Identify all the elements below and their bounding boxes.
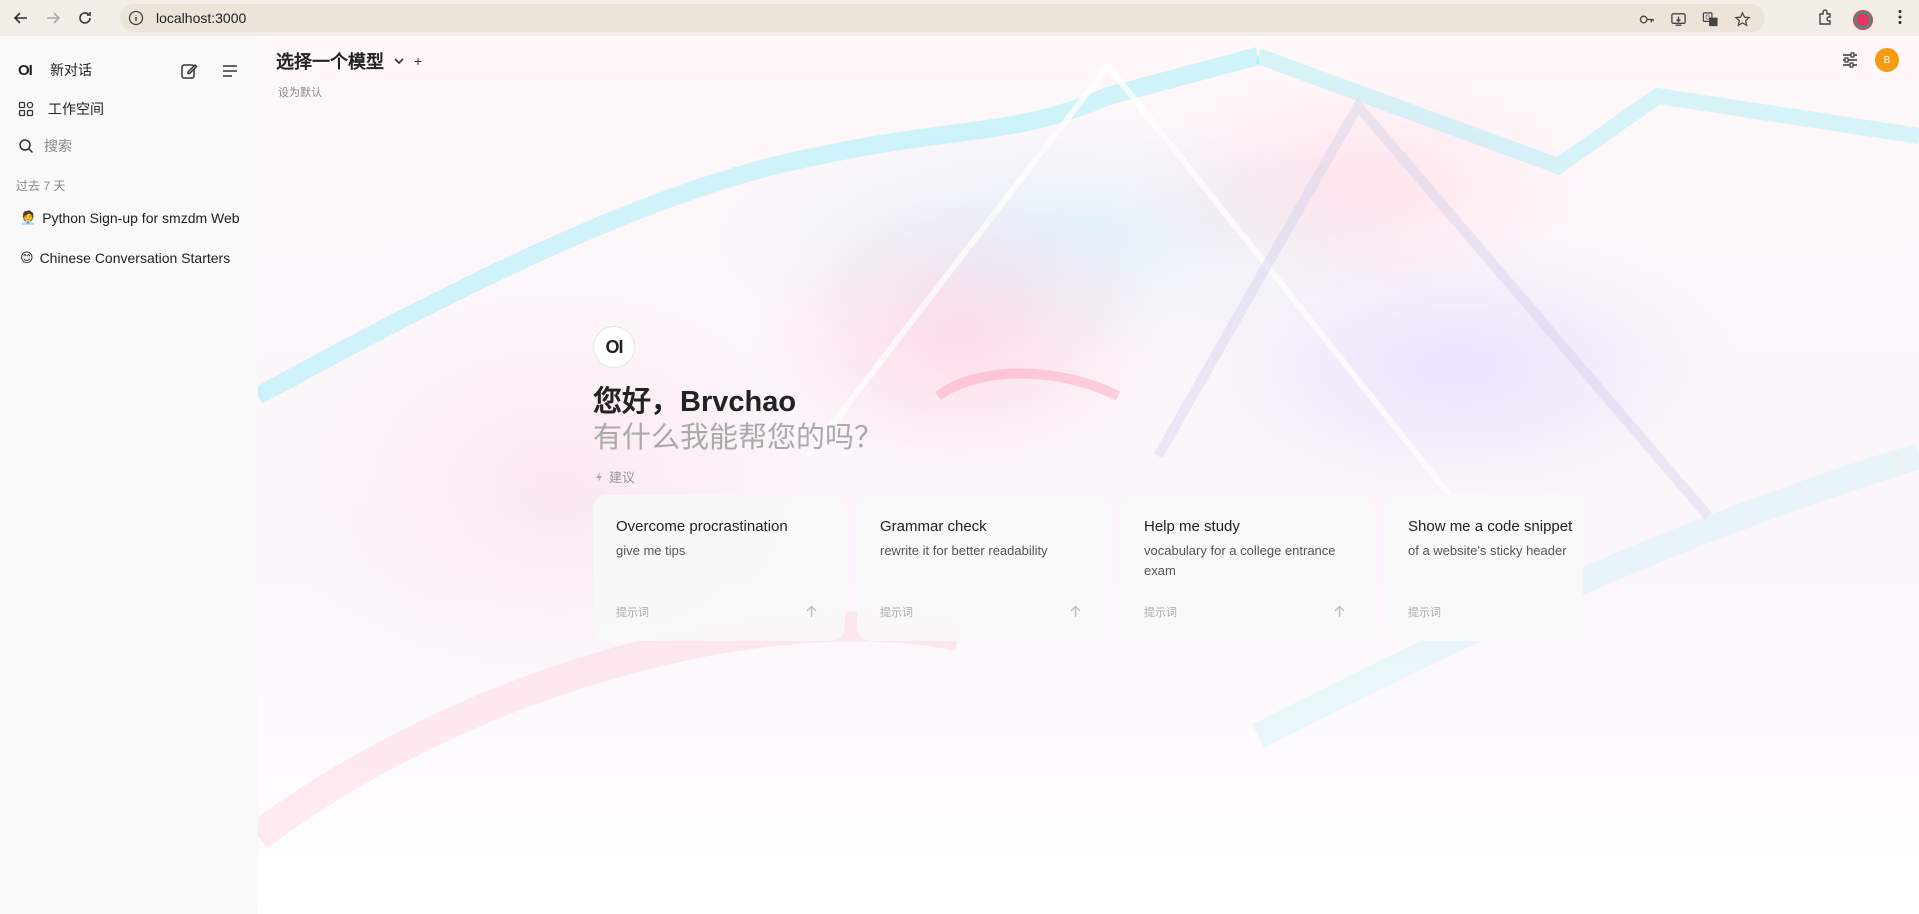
edit-icon[interactable]	[180, 62, 198, 80]
card-title: Overcome procrastination	[616, 518, 788, 535]
chat-emoji: 🧑‍💼	[20, 210, 37, 225]
suggestion-card[interactable]: Help me study vocabulary for a college e…	[1121, 495, 1373, 641]
svg-text:G: G	[1705, 13, 1710, 21]
suggestion-card[interactable]: Show me a code snippet of a website's st…	[1385, 495, 1583, 641]
sidebar-item-label: 工作空间	[48, 101, 104, 117]
site-info-icon[interactable]	[128, 10, 144, 26]
arrow-up-icon	[1070, 605, 1081, 617]
translate-icon[interactable]: G	[1701, 10, 1719, 28]
sidebar-item-workspace[interactable]: 工作空间	[18, 99, 104, 119]
set-default-link[interactable]: 设为默认	[278, 84, 322, 100]
arrow-up-icon	[1334, 605, 1345, 617]
install-app-icon[interactable]	[1669, 10, 1687, 28]
arrow-up-icon	[806, 605, 817, 617]
extensions-icon[interactable]	[1817, 8, 1835, 31]
model-title: 选择一个模型	[276, 52, 384, 72]
background-illustration	[258, 47, 1919, 849]
back-icon[interactable]	[10, 7, 32, 29]
app-logo: OI	[18, 61, 33, 79]
search-input[interactable]: 搜索	[18, 136, 72, 156]
search-placeholder: 搜索	[44, 138, 72, 154]
suggestion-card[interactable]: Grammar check rewrite it for better read…	[857, 495, 1109, 641]
url-text[interactable]: localhost:3000	[156, 10, 246, 26]
browser-toolbar: localhost:3000 G	[0, 0, 1919, 36]
card-description: rewrite it for better readability	[880, 543, 1048, 558]
profile-icon[interactable]	[1853, 9, 1873, 30]
avatar[interactable]: B	[1875, 48, 1899, 72]
card-description: give me tips	[616, 543, 686, 558]
new-chat-button[interactable]: OI 新对话	[18, 60, 92, 80]
bookmark-star-icon[interactable]	[1733, 10, 1751, 28]
address-bar[interactable]: localhost:3000 G	[120, 4, 1765, 32]
chevron-down-icon[interactable]	[392, 54, 406, 68]
section-label: 过去 7 天	[16, 179, 66, 193]
suggestion-card[interactable]: Overcome procrastination give me tips 提示…	[593, 495, 845, 641]
suggestions-label: 建议	[593, 467, 635, 486]
reload-icon[interactable]	[74, 7, 96, 29]
card-title: Help me study	[1144, 518, 1240, 535]
chat-emoji: 😊	[20, 250, 34, 265]
settings-sliders-icon[interactable]	[1841, 51, 1859, 69]
workspace-icon	[18, 101, 34, 117]
card-title: Show me a code snippet	[1408, 518, 1573, 535]
card-tag: 提示词	[1144, 607, 1177, 619]
sidebar: OI 新对话 工作空间 搜索 过去 7 天 🧑‍💼 Python Sign-up…	[0, 36, 258, 914]
chat-title: Chinese Conversation Starters	[39, 250, 231, 266]
forward-icon[interactable]	[42, 7, 64, 29]
model-selector[interactable]: 选择一个模型 +	[276, 48, 422, 74]
card-description: of a website's sticky header	[1408, 543, 1567, 558]
add-model-icon[interactable]: +	[414, 53, 422, 69]
suggestion-cards: Overcome procrastination give me tips 提示…	[593, 495, 1583, 641]
card-title: Grammar check	[880, 518, 987, 535]
greeting-subtitle: 有什么我能帮您的吗？	[593, 422, 884, 454]
more-menu-icon[interactable]	[1891, 8, 1909, 31]
suggestions-label-text: 建议	[609, 470, 636, 485]
chat-list-item[interactable]: 🧑‍💼 Python Sign-up for smzdm Website	[10, 203, 240, 233]
card-tag: 提示词	[616, 607, 649, 619]
card-description: vocabulary for a college entrance exam	[1144, 543, 1336, 578]
chat-list-item[interactable]: 😊 Chinese Conversation Starters	[10, 243, 240, 273]
search-icon	[19, 139, 34, 154]
hero-logo: OI	[593, 326, 635, 368]
card-tag: 提示词	[1408, 607, 1441, 619]
chat-title: Python Sign-up for smzdm Website	[42, 210, 240, 226]
new-chat-label: 新对话	[50, 62, 92, 78]
main-area: 选择一个模型 + 设为默认 B OI 您好，Brvchao 有什么我能帮您的吗？…	[258, 36, 1919, 914]
bolt-icon	[596, 471, 602, 482]
card-tag: 提示词	[880, 607, 913, 619]
key-icon[interactable]	[1637, 10, 1655, 28]
sidebar-toggle-icon[interactable]	[221, 62, 239, 80]
